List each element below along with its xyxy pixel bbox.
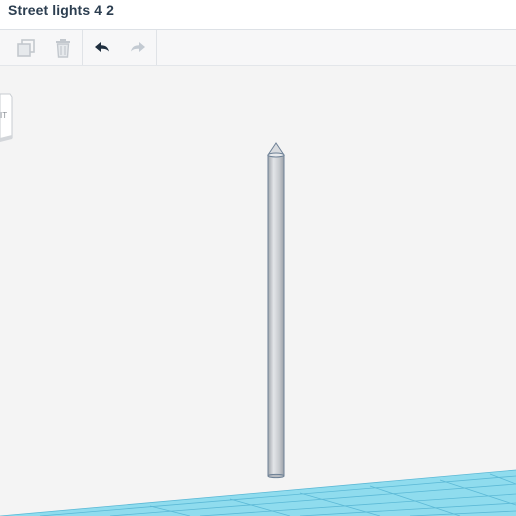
workplane-grid[interactable] <box>0 469 516 516</box>
street-light-pole[interactable] <box>267 142 285 479</box>
viewcube-face-label[interactable]: IT <box>0 111 7 120</box>
3d-scene <box>0 93 516 516</box>
